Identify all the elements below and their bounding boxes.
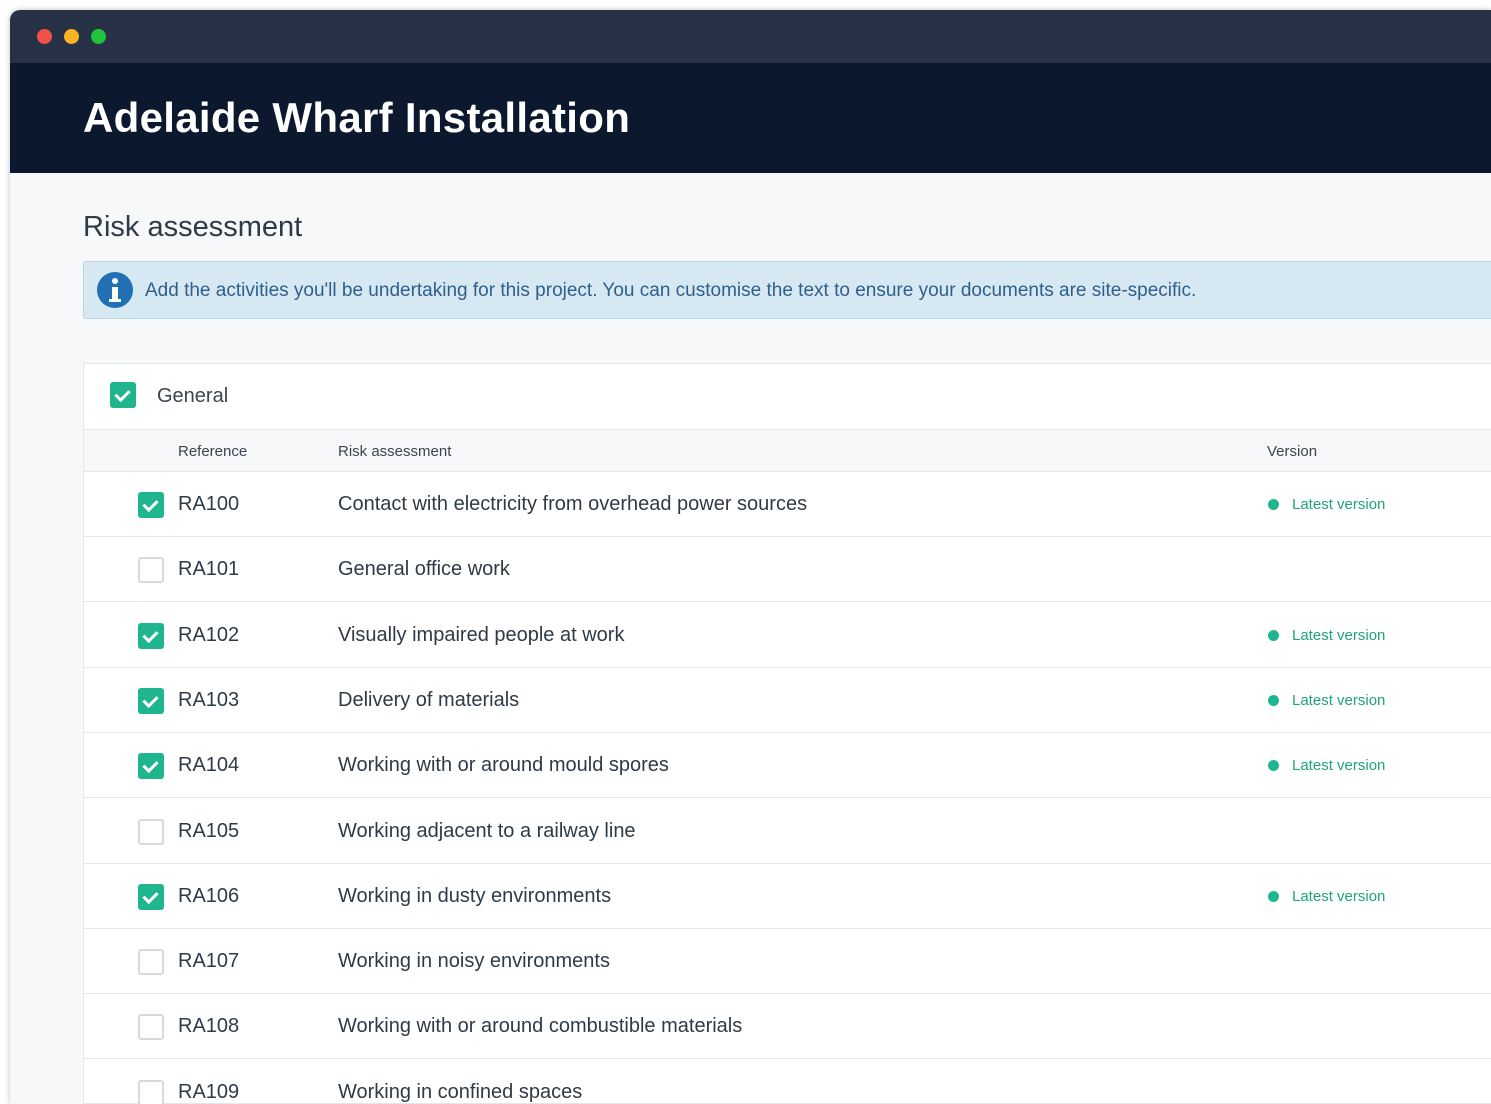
- section-title: Risk assessment: [83, 211, 303, 243]
- row-checkbox[interactable]: [138, 818, 164, 845]
- version-label: Latest version: [1292, 691, 1386, 709]
- table-row[interactable]: RA107 Working in noisy environments: [84, 929, 1491, 995]
- project-title: Adelaide Wharf Installation: [83, 94, 631, 141]
- row-reference: RA107: [178, 950, 240, 973]
- table-row[interactable]: RA102 Visually impaired people at work Lat…: [84, 603, 1491, 668]
- app-window: Adelaide Wharf Installation Risk assessm…: [10, 10, 1491, 1104]
- row-reference: RA108: [178, 1015, 240, 1038]
- row-risk-assessment: Working adjacent to a railway line: [338, 819, 636, 842]
- status-dot-icon: [1268, 499, 1279, 510]
- table-row[interactable]: RA109 Working in confined spaces: [84, 1060, 1491, 1104]
- row-reference: RA100: [178, 493, 240, 515]
- column-header-version: Version: [1267, 443, 1318, 460]
- row-checkbox[interactable]: [138, 492, 164, 518]
- table-row[interactable]: RA100 Contact with electricity from overh…: [84, 472, 1491, 537]
- close-window-button[interactable]: [37, 29, 52, 44]
- table-row[interactable]: RA106 Working in dusty environments Latest…: [84, 864, 1491, 929]
- main-content: Risk assessment Add the activities you'l…: [10, 173, 1491, 1104]
- risk-assessment-panel: General Reference Risk assessment Versio…: [83, 363, 1491, 1104]
- row-risk-assessment: General office work: [338, 558, 510, 581]
- version-label: Latest version: [1292, 496, 1386, 513]
- row-checkbox[interactable]: [138, 1079, 164, 1104]
- version-label: Latest version: [1292, 887, 1386, 905]
- window-titlebar: [10, 10, 1491, 63]
- column-header-risk-assessment: Risk assessment: [338, 443, 452, 460]
- group-checkbox-general[interactable]: [110, 382, 136, 408]
- row-checkbox[interactable]: [138, 1014, 164, 1041]
- row-reference: RA101: [178, 558, 240, 581]
- row-risk-assessment: Working in dusty environments: [338, 884, 612, 907]
- group-label: General: [157, 385, 229, 407]
- maximize-window-button[interactable]: [91, 29, 106, 44]
- table-row[interactable]: RA103 Delivery of materials Latest version: [84, 668, 1491, 733]
- minimize-window-button[interactable]: [64, 29, 79, 44]
- version-label: Latest version: [1292, 757, 1386, 775]
- row-version-status: Latest version: [1268, 888, 1385, 905]
- row-risk-assessment: Visually impaired people at work: [338, 623, 625, 646]
- row-risk-assessment: Contact with electricity from overhead p…: [338, 493, 808, 515]
- info-icon: [97, 272, 133, 308]
- row-risk-assessment: Delivery of materials: [338, 688, 520, 711]
- table-row[interactable]: RA108 Working with or around combustible …: [84, 994, 1491, 1060]
- row-reference: RA103: [178, 688, 240, 711]
- row-checkbox[interactable]: [138, 883, 164, 910]
- table-header: Reference Risk assessment Version: [84, 430, 1491, 472]
- row-checkbox[interactable]: [138, 622, 164, 649]
- status-dot-icon: [1268, 760, 1279, 772]
- table-row[interactable]: RA105 Working adjacent to a railway line: [84, 799, 1491, 864]
- row-version-status: Latest version: [1268, 496, 1385, 513]
- table-row[interactable]: RA104 Working with or around mould spores…: [84, 733, 1491, 799]
- row-version-status: Latest version: [1268, 692, 1385, 709]
- row-reference: RA104: [178, 754, 240, 777]
- group-header-general: General: [84, 364, 1491, 430]
- row-reference: RA106: [178, 884, 240, 907]
- row-reference: RA102: [178, 623, 240, 646]
- version-label: Latest version: [1292, 626, 1386, 644]
- row-risk-assessment: Working with or around mould spores: [338, 754, 669, 777]
- column-header-reference: Reference: [178, 443, 248, 460]
- status-dot-icon: [1268, 890, 1279, 902]
- row-checkbox[interactable]: [138, 557, 164, 584]
- info-banner-text: Add the activities you'll be undertaking…: [145, 280, 1197, 301]
- row-risk-assessment: Working in noisy environments: [338, 950, 610, 973]
- project-header: Adelaide Wharf Installation: [10, 63, 1491, 173]
- row-checkbox[interactable]: [138, 753, 164, 780]
- row-checkbox[interactable]: [138, 687, 164, 714]
- row-version-status: Latest version: [1268, 757, 1385, 774]
- status-dot-icon: [1268, 694, 1279, 706]
- row-checkbox[interactable]: [138, 949, 164, 976]
- row-risk-assessment: Working in confined spaces: [338, 1080, 583, 1103]
- row-reference: RA105: [178, 819, 240, 842]
- row-reference: RA109: [178, 1080, 240, 1103]
- status-dot-icon: [1268, 629, 1279, 641]
- row-version-status: Latest version: [1268, 627, 1385, 644]
- table-row[interactable]: RA101 General office work: [84, 537, 1491, 603]
- row-risk-assessment: Working with or around combustible mater…: [338, 1015, 743, 1038]
- info-banner: Add the activities you'll be undertaking…: [83, 261, 1491, 319]
